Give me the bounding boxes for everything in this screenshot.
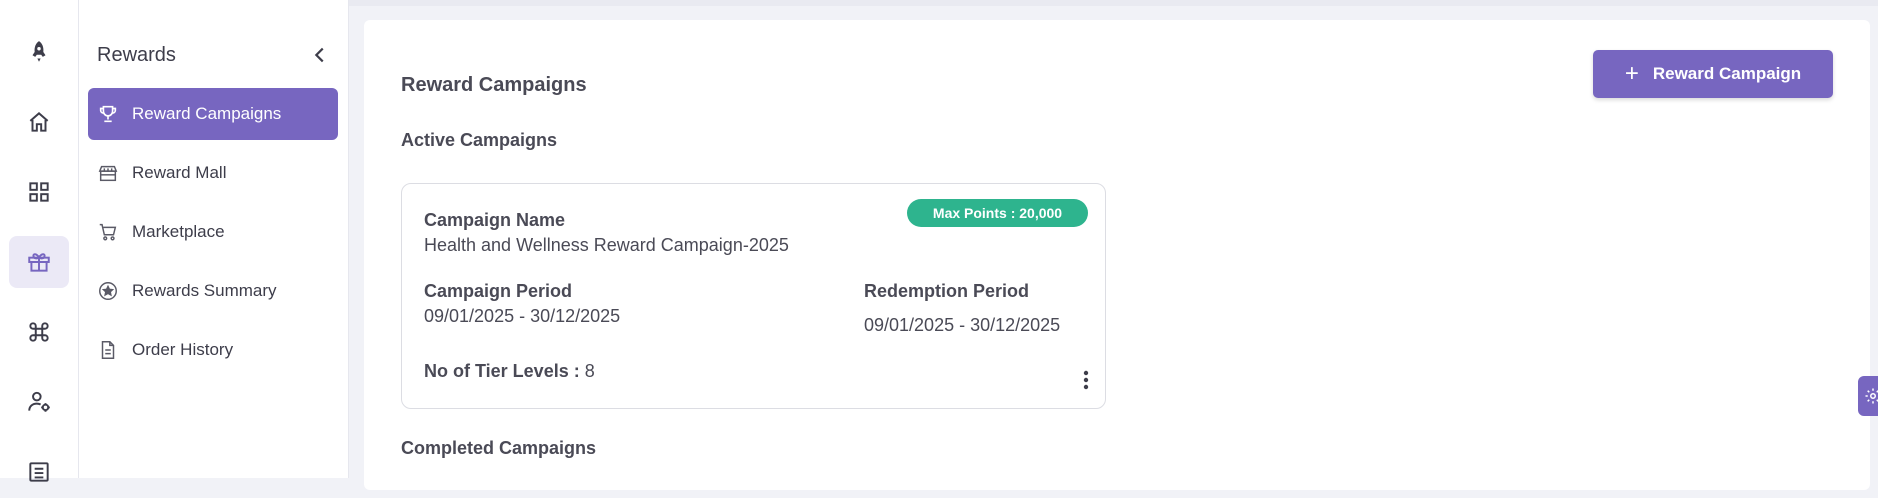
trophy-icon bbox=[96, 102, 120, 126]
tier-levels-value: 8 bbox=[584, 361, 595, 381]
sidebar-item-label: Reward Mall bbox=[132, 163, 227, 182]
rocket-icon bbox=[32, 41, 46, 62]
more-options-icon[interactable] bbox=[1080, 368, 1092, 392]
settings-drawer-tab[interactable] bbox=[1858, 376, 1878, 416]
rail-item-grid[interactable] bbox=[9, 166, 69, 218]
redemption-period-value: 09/01/2025 - 30/12/2025 bbox=[864, 315, 1061, 335]
sidebar-item-reward-campaigns[interactable]: Reward Campaigns bbox=[88, 88, 338, 140]
page-title: Reward Campaigns bbox=[401, 74, 587, 96]
rail-item-list[interactable] bbox=[9, 446, 69, 498]
sidebar-item-label: Order History bbox=[132, 340, 234, 359]
sidebar-item-label: Reward Campaigns bbox=[132, 104, 282, 123]
rail-item-rocket[interactable] bbox=[9, 26, 69, 78]
plus-icon: + bbox=[1624, 60, 1639, 87]
campaign-name-label: Campaign Name bbox=[424, 210, 566, 230]
campaign-period-label: Campaign Period bbox=[424, 281, 573, 301]
list-icon bbox=[29, 462, 49, 482]
main-content: Reward Campaigns + Reward Campaign Activ… bbox=[364, 20, 1870, 490]
redemption-period-label: Redemption Period bbox=[864, 281, 1030, 301]
sidebar-item-marketplace[interactable]: Marketplace bbox=[88, 206, 338, 258]
gear-icon bbox=[1865, 388, 1878, 404]
rail-item-user-settings[interactable] bbox=[9, 376, 69, 428]
sidebar-title: Rewards bbox=[97, 44, 176, 66]
sidebar-item-reward-mall[interactable]: Reward Mall bbox=[88, 147, 338, 199]
tier-levels-label: No of Tier Levels : bbox=[424, 361, 580, 381]
campaign-card[interactable]: Max Points : 20,000 Campaign Name Health… bbox=[401, 183, 1106, 409]
icon-rail bbox=[0, 0, 79, 482]
campaign-name-value: Health and Wellness Reward Campaign-2025 bbox=[424, 235, 789, 255]
document-icon bbox=[96, 338, 120, 362]
rail-item-home[interactable] bbox=[9, 96, 69, 148]
tier-levels: No of Tier Levels : 8 bbox=[424, 361, 595, 382]
max-points-badge: Max Points : 20,000 bbox=[907, 199, 1088, 227]
rail-item-gift[interactable] bbox=[9, 236, 69, 288]
star-circle-icon bbox=[96, 279, 120, 303]
sidebar-item-order-history[interactable]: Order History bbox=[88, 324, 338, 376]
user-settings-icon bbox=[28, 391, 50, 412]
top-bar bbox=[349, 0, 1878, 6]
rewards-sidebar: Rewards Reward Campaigns Reward Mall Mar… bbox=[79, 0, 349, 478]
command-icon bbox=[29, 322, 49, 342]
rail-item-command[interactable] bbox=[9, 306, 69, 358]
sidebar-item-rewards-summary[interactable]: Rewards Summary bbox=[88, 265, 338, 317]
chevron-left-icon[interactable] bbox=[309, 44, 331, 66]
add-button-label: Reward Campaign bbox=[1652, 64, 1802, 83]
sidebar-item-label: Rewards Summary bbox=[132, 281, 277, 300]
gift-icon bbox=[28, 253, 50, 272]
store-icon bbox=[96, 161, 120, 185]
home-icon bbox=[29, 112, 49, 132]
active-campaigns-heading: Active Campaigns bbox=[401, 130, 558, 150]
cart-icon bbox=[96, 220, 120, 244]
completed-campaigns-heading: Completed Campaigns bbox=[401, 438, 597, 458]
grid-icon bbox=[29, 182, 49, 202]
sidebar-item-label: Marketplace bbox=[132, 222, 225, 241]
campaign-period-value: 09/01/2025 - 30/12/2025 bbox=[424, 306, 621, 326]
add-reward-campaign-button[interactable]: + Reward Campaign bbox=[1593, 50, 1833, 98]
